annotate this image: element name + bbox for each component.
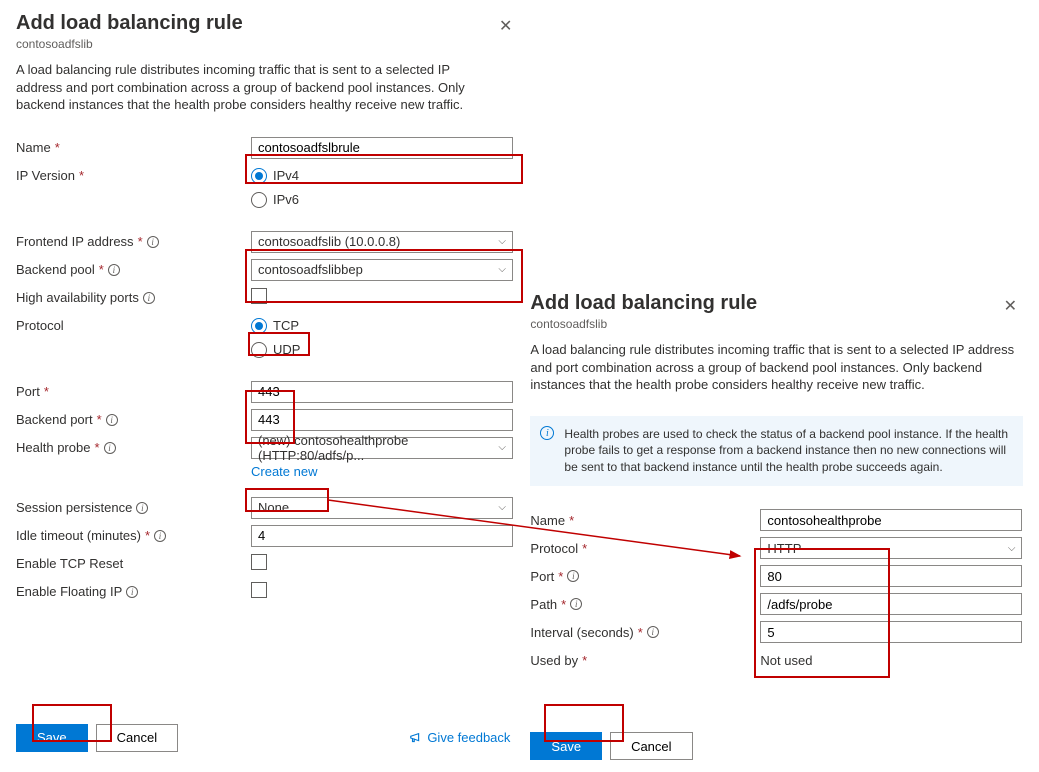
label-ip-version: IP Version *: [16, 168, 251, 183]
backend-pool-select[interactable]: contosoadfslibbep⌵: [251, 259, 513, 281]
health-probe-select[interactable]: (new) contosohealthprobe (HTTP:80/adfs/p…: [251, 437, 513, 459]
panel-add-lb-rule-probe: ✕ Add load balancing rule contosoadfslib…: [530, 12, 1023, 760]
label-tcp-reset: Enable TCP Reset: [16, 556, 251, 571]
used-by-value: Not used: [760, 653, 812, 668]
session-persistence-select[interactable]: None⌵: [251, 497, 513, 519]
label-port: Port *: [16, 384, 251, 399]
radio-tcp[interactable]: TCP: [251, 315, 518, 337]
probe-protocol-select[interactable]: HTTP⌵: [760, 537, 1022, 559]
panel-add-lb-rule: ✕ Add load balancing rule contosoadfslib…: [16, 12, 518, 760]
info-icon[interactable]: i: [570, 598, 582, 610]
label-path: Path * i: [530, 597, 760, 612]
create-new-link[interactable]: Create new: [251, 464, 317, 479]
info-icon[interactable]: i: [567, 570, 579, 582]
description-text: A load balancing rule distributes incomi…: [530, 341, 1020, 394]
probe-path-input[interactable]: [760, 593, 1022, 615]
label-idle-timeout: Idle timeout (minutes) * i: [16, 528, 251, 543]
label-backend-pool: Backend pool * i: [16, 262, 251, 277]
label-name: Name *: [530, 513, 760, 528]
radio-ipv6[interactable]: IPv6: [251, 189, 518, 211]
name-input[interactable]: [251, 137, 513, 159]
label-port: Port * i: [530, 569, 760, 584]
ha-ports-checkbox[interactable]: [251, 288, 267, 304]
chevron-down-icon: ⌵: [498, 236, 506, 247]
probe-interval-input[interactable]: [760, 621, 1022, 643]
info-icon: i: [540, 426, 554, 440]
chevron-down-icon: ⌵: [498, 502, 506, 513]
label-backend-port: Backend port * i: [16, 412, 251, 427]
subtitle: contosoadfslib: [530, 317, 1023, 331]
chevron-down-icon: ⌵: [498, 264, 506, 275]
give-feedback-link[interactable]: Give feedback: [409, 730, 510, 745]
subtitle: contosoadfslib: [16, 37, 518, 51]
label-session-persistence: Session persistence i: [16, 500, 251, 515]
label-frontend-ip: Frontend IP address * i: [16, 234, 251, 249]
idle-timeout-input[interactable]: [251, 525, 513, 547]
label-protocol: Protocol: [16, 318, 251, 333]
description-text: A load balancing rule distributes incomi…: [16, 61, 486, 114]
frontend-ip-select[interactable]: contosoadfslib (10.0.0.8)⌵: [251, 231, 513, 253]
close-icon[interactable]: ✕: [1004, 296, 1017, 316]
info-icon[interactable]: i: [108, 264, 120, 276]
label-protocol: Protocol *: [530, 541, 760, 556]
info-icon[interactable]: i: [647, 626, 659, 638]
label-ha-ports: High availability ports i: [16, 290, 251, 305]
radio-udp[interactable]: UDP: [251, 339, 518, 361]
label-used-by: Used by *: [530, 653, 760, 668]
port-input[interactable]: [251, 381, 513, 403]
label-name: Name *: [16, 140, 251, 155]
info-icon[interactable]: i: [106, 414, 118, 426]
probe-name-input[interactable]: [760, 509, 1022, 531]
floating-ip-checkbox[interactable]: [251, 582, 267, 598]
info-icon[interactable]: i: [154, 530, 166, 542]
label-interval: Interval (seconds) * i: [530, 625, 760, 640]
save-button[interactable]: Save: [530, 732, 602, 760]
cancel-button[interactable]: Cancel: [96, 724, 178, 752]
chevron-down-icon: ⌵: [498, 442, 506, 453]
page-title: Add load balancing rule: [16, 12, 518, 35]
backend-port-input[interactable]: [251, 409, 513, 431]
label-health-probe: Health probe * i: [16, 440, 251, 455]
info-icon[interactable]: i: [126, 586, 138, 598]
megaphone-icon: [409, 731, 423, 745]
close-icon[interactable]: ✕: [499, 16, 512, 36]
tcp-reset-checkbox[interactable]: [251, 554, 267, 570]
chevron-down-icon: ⌵: [1008, 543, 1016, 554]
cancel-button[interactable]: Cancel: [610, 732, 692, 760]
save-button[interactable]: Save: [16, 724, 88, 752]
info-icon[interactable]: i: [104, 442, 116, 454]
probe-port-input[interactable]: [760, 565, 1022, 587]
page-title: Add load balancing rule: [530, 292, 1023, 315]
info-icon[interactable]: i: [143, 292, 155, 304]
info-icon[interactable]: i: [147, 236, 159, 248]
infobox-health-probe: i Health probes are used to check the st…: [530, 416, 1023, 486]
info-icon[interactable]: i: [136, 502, 148, 514]
label-floating-ip: Enable Floating IP i: [16, 584, 251, 599]
radio-ipv4[interactable]: IPv4: [251, 165, 518, 187]
